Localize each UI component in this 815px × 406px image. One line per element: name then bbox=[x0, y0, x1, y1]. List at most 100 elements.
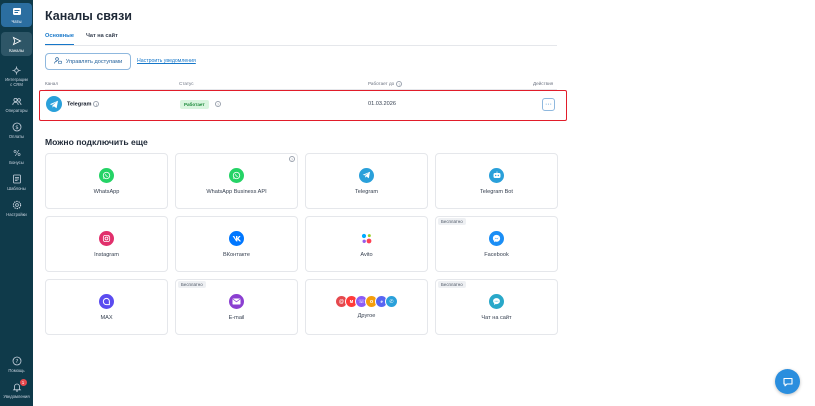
sidebar-item-notifications[interactable]: 1 Уведомления bbox=[1, 378, 32, 402]
card-site-chat[interactable]: Бесплатно Чат на сайт bbox=[435, 279, 558, 335]
whatsapp-icon bbox=[99, 167, 114, 183]
card-label: Avito bbox=[360, 251, 373, 258]
svg-text:?: ? bbox=[15, 359, 18, 365]
works-until-date: 01.03.2026 bbox=[368, 101, 396, 107]
free-badge: Бесплатно bbox=[438, 281, 466, 288]
telegram-bot-icon bbox=[489, 167, 504, 183]
column-header-channel: Канал bbox=[45, 81, 59, 86]
info-icon[interactable]: i bbox=[93, 101, 100, 107]
column-header-actions: Действия bbox=[533, 81, 554, 86]
card-whatsapp[interactable]: WhatsApp bbox=[45, 153, 168, 209]
card-telegram-bot[interactable]: Telegram Bot bbox=[435, 153, 558, 209]
svg-text:$: $ bbox=[15, 125, 19, 131]
notify-settings-link[interactable]: Настроить уведомления bbox=[137, 58, 196, 64]
card-vkontakte[interactable]: ВКонтакте bbox=[175, 216, 298, 272]
gear-icon bbox=[11, 199, 23, 211]
sidebar-item-templates[interactable]: Шаблоны bbox=[1, 170, 32, 194]
sidebar-item-integrations[interactable]: Интеграции с CRM bbox=[1, 61, 32, 90]
free-badge: Бесплатно bbox=[438, 218, 466, 225]
card-whatsapp-business-api[interactable]: ? WhatsApp Business API bbox=[175, 153, 298, 209]
other-icons: @ м ☏ о ◕ ✆ bbox=[335, 295, 398, 308]
sidebar-item-label: Каналы bbox=[9, 48, 24, 53]
card-label: WhatsApp bbox=[93, 188, 120, 195]
sidebar-item-help[interactable]: ? Помощь bbox=[1, 352, 32, 376]
status-badge: Работает bbox=[180, 100, 209, 109]
sidebar-item-payments[interactable]: $ Оплаты bbox=[1, 118, 32, 142]
sidebar-item-label: Бонусы bbox=[9, 160, 24, 165]
send-icon bbox=[11, 35, 23, 47]
sidebar: Чаты Каналы Интеграции с CRM Операторы $… bbox=[0, 0, 33, 406]
site-chat-icon bbox=[489, 293, 504, 309]
card-label: Telegram bbox=[354, 188, 378, 195]
integration-icon bbox=[11, 64, 23, 76]
card-label: E-mail bbox=[228, 314, 245, 321]
help-icon[interactable]: ? bbox=[396, 81, 403, 87]
sidebar-item-channels[interactable]: Каналы bbox=[1, 32, 32, 56]
help-icon: ? bbox=[11, 355, 23, 367]
more-actions-button[interactable]: ··· bbox=[542, 98, 555, 111]
column-header-works-until: Работает до? bbox=[368, 81, 403, 87]
sidebar-item-bonuses[interactable]: % Бонусы bbox=[1, 144, 32, 168]
page-title: Каналы связи bbox=[45, 9, 132, 23]
manage-access-button[interactable]: Управлять доступами bbox=[45, 53, 131, 70]
free-badge: Бесплатно bbox=[178, 281, 206, 288]
notification-badge: 1 bbox=[19, 379, 27, 386]
sidebar-item-label: Оплаты bbox=[8, 134, 25, 139]
sidebar-item-label: Чаты bbox=[11, 19, 22, 24]
mail-icon bbox=[229, 293, 244, 309]
card-other[interactable]: @ м ☏ о ◕ ✆ Другое bbox=[305, 279, 428, 335]
template-icon bbox=[11, 173, 23, 185]
percent-icon: % bbox=[11, 147, 23, 159]
messenger-icon bbox=[489, 230, 504, 246]
card-max[interactable]: MAX bbox=[45, 279, 168, 335]
card-label: Другое bbox=[357, 313, 376, 319]
telegram-icon bbox=[359, 167, 374, 183]
sidebar-item-label: Уведомления bbox=[3, 394, 30, 399]
card-label: ВКонтакте bbox=[223, 251, 250, 258]
chat-bubble-icon bbox=[782, 377, 793, 386]
svg-text:%: % bbox=[13, 149, 21, 158]
card-facebook[interactable]: Бесплатно Facebook bbox=[435, 216, 558, 272]
card-label: MAX bbox=[100, 314, 113, 321]
chat-icon bbox=[11, 6, 23, 18]
bell-icon: 1 bbox=[11, 379, 27, 393]
instagram-icon bbox=[99, 230, 114, 246]
channel-name: Telegram i bbox=[67, 101, 100, 107]
card-avito[interactable]: Avito bbox=[305, 216, 428, 272]
card-label: Telegram Bot bbox=[480, 188, 513, 195]
manage-access-label: Управлять доступами bbox=[65, 58, 123, 65]
channel-cards-grid: WhatsApp ? WhatsApp Business API Telegra… bbox=[45, 153, 558, 335]
card-label: WhatsApp Business API bbox=[206, 188, 267, 195]
avito-icon bbox=[359, 231, 374, 246]
user-lock-icon bbox=[54, 57, 62, 66]
sidebar-item-operators[interactable]: Операторы bbox=[1, 92, 32, 116]
sidebar-item-chats[interactable]: Чаты bbox=[1, 3, 32, 27]
card-label: Чат на сайт bbox=[481, 314, 512, 321]
card-label: Facebook bbox=[484, 251, 509, 258]
help-icon[interactable]: ? bbox=[289, 156, 295, 162]
sidebar-item-label: Операторы bbox=[5, 108, 28, 113]
sidebar-item-label: Помощь bbox=[8, 368, 25, 373]
dollar-icon: $ bbox=[11, 121, 23, 133]
card-telegram[interactable]: Telegram bbox=[305, 153, 428, 209]
sidebar-item-settings[interactable]: Настройки bbox=[1, 196, 32, 220]
phone-icon: ✆ bbox=[385, 295, 398, 308]
highlighted-row-frame bbox=[39, 90, 567, 121]
users-icon bbox=[11, 95, 23, 107]
sidebar-item-label: Интеграции с CRM bbox=[5, 77, 28, 87]
card-email[interactable]: Бесплатно E-mail bbox=[175, 279, 298, 335]
card-label: Instagram bbox=[94, 251, 119, 258]
tab-main[interactable]: Основные bbox=[45, 33, 74, 45]
telegram-icon bbox=[46, 96, 62, 112]
sidebar-item-label: Шаблоны bbox=[7, 186, 26, 191]
vk-icon bbox=[229, 230, 244, 246]
sidebar-item-label: Настройки bbox=[6, 212, 27, 217]
tab-site-chat[interactable]: Чат на сайт bbox=[86, 33, 118, 45]
section-title-connect-more: Можно подключить еще bbox=[45, 137, 148, 147]
card-instagram[interactable]: Instagram bbox=[45, 216, 168, 272]
max-icon bbox=[99, 293, 114, 309]
status-help-icon[interactable]: ? bbox=[215, 101, 221, 107]
column-header-status: Статус bbox=[179, 81, 194, 86]
whatsapp-icon bbox=[229, 167, 244, 183]
support-chat-button[interactable] bbox=[775, 369, 800, 394]
